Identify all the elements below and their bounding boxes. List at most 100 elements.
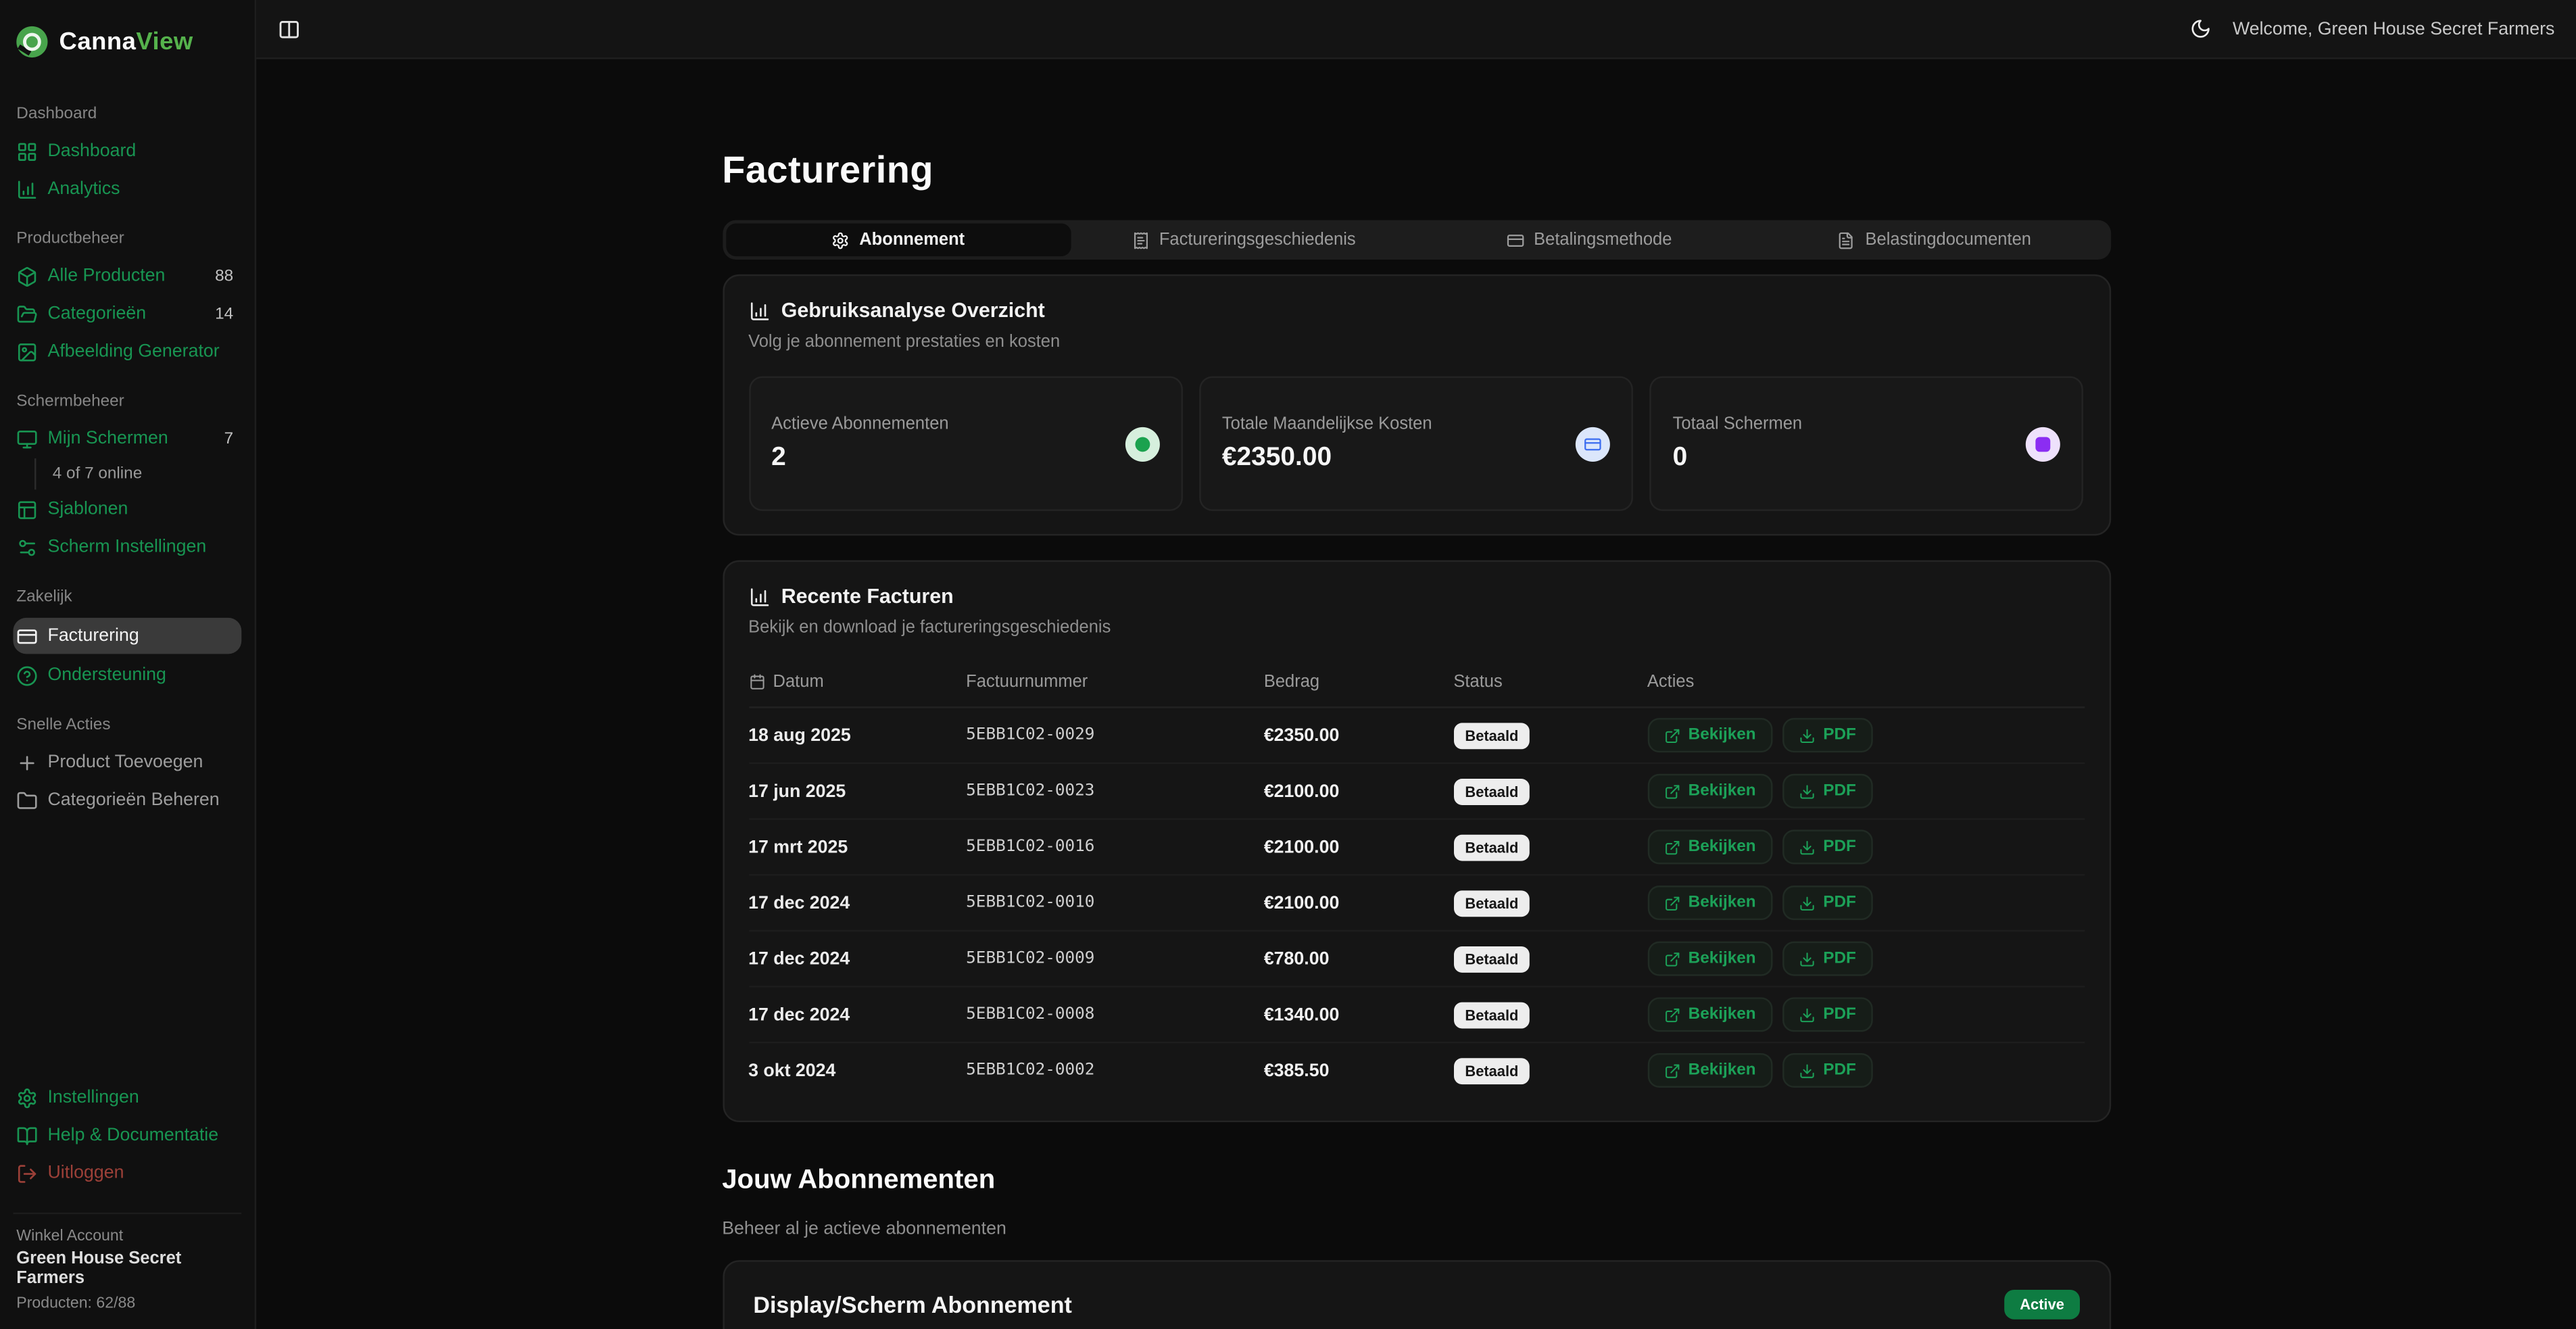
- sidebar-item-label: Sjablonen: [47, 500, 128, 519]
- sidebar-item-facturering[interactable]: Facturering: [13, 618, 241, 654]
- tab-factureringsgeschiedenis[interactable]: Factureringsgeschiedenis: [1071, 224, 1416, 258]
- purple-square-icon: [2037, 437, 2051, 452]
- sidebar-item-label: Facturering: [47, 626, 139, 646]
- sidebar-item-sjablonen[interactable]: Sjablonen: [13, 491, 241, 527]
- book-open-icon: [16, 1125, 38, 1146]
- sidebar-item-label: Alle Producten: [47, 266, 165, 286]
- sidebar-section-snelle-acties: Snelle ActiesProduct ToevoegenCategorieë…: [13, 708, 241, 819]
- download-pdf-button[interactable]: PDF: [1782, 886, 1873, 921]
- invoice-number: 5EBB1C02-0002: [966, 1062, 1264, 1080]
- sidebar-item-dashboard[interactable]: Dashboard: [13, 133, 241, 169]
- sidebar-item-instellingen[interactable]: Instellingen: [13, 1080, 241, 1115]
- folder-icon: [16, 790, 38, 811]
- view-invoice-button[interactable]: Bekijken: [1647, 942, 1772, 977]
- sidebar-item-ondersteuning[interactable]: Ondersteuning: [13, 657, 241, 693]
- subscription-card: Display/Scherm Abonnement Active Aantal …: [722, 1260, 2110, 1329]
- status-badge-paid: Betaald: [1453, 723, 1530, 749]
- account-name: Green House Secret Farmers: [16, 1249, 238, 1288]
- view-invoice-button[interactable]: Bekijken: [1647, 998, 1772, 1032]
- theme-toggle-moon-icon[interactable]: [2190, 18, 2212, 40]
- file-text-icon: [1837, 231, 1855, 249]
- invoice-row: 17 dec 20245EBB1C02-0009€780.00BetaaldBe…: [748, 932, 2084, 988]
- sidebar-item-label: Dashboard: [47, 141, 136, 161]
- column-header-datum: Datum: [748, 673, 966, 692]
- status-badge-paid: Betaald: [1453, 946, 1530, 973]
- download-icon: [1799, 727, 1815, 744]
- invoice-row: 17 dec 20245EBB1C02-0010€2100.00BetaaldB…: [748, 876, 2084, 932]
- download-icon: [1799, 783, 1815, 800]
- sidebar-spacer: [13, 820, 241, 1078]
- view-invoice-button[interactable]: Bekijken: [1647, 1054, 1772, 1088]
- sidebar-subitem-online-status: 4 of 7 online: [34, 458, 241, 489]
- invoice-date: 17 jun 2025: [748, 782, 966, 802]
- welcome-message: Welcome, Green House Secret Farmers: [2233, 19, 2554, 39]
- sidebar-item-categorie-n-beheren[interactable]: Categorieën Beheren: [13, 782, 241, 818]
- download-pdf-button[interactable]: PDF: [1782, 775, 1873, 809]
- gear-icon: [16, 1087, 38, 1109]
- sidebar-item-scherm-instellingen[interactable]: Scherm Instellingen: [13, 529, 241, 565]
- tab-label: Abonnement: [859, 231, 965, 250]
- moon-icon: [2190, 18, 2212, 40]
- recent-invoices-card: Recente Facturen Bekijk en download je f…: [722, 561, 2110, 1123]
- column-header-bedrag: Bedrag: [1264, 673, 1454, 692]
- credit-card-icon: [1506, 231, 1524, 249]
- chart-column-icon: [748, 301, 770, 322]
- download-pdf-button[interactable]: PDF: [1782, 719, 1873, 753]
- view-invoice-button[interactable]: Bekijken: [1647, 775, 1772, 809]
- download-icon: [1799, 895, 1815, 911]
- download-pdf-button[interactable]: PDF: [1782, 830, 1873, 865]
- download-pdf-button[interactable]: PDF: [1782, 1054, 1873, 1088]
- download-icon: [1799, 1007, 1815, 1023]
- sidebar-section-dashboard: DashboardDashboardAnalytics: [13, 97, 241, 207]
- credit-card-icon: [1584, 435, 1602, 454]
- external-link-icon: [1663, 1007, 1680, 1023]
- view-invoice-button[interactable]: Bekijken: [1647, 886, 1772, 921]
- status-badge-paid: Betaald: [1453, 890, 1530, 917]
- view-invoice-button[interactable]: Bekijken: [1647, 719, 1772, 753]
- sidebar-item-analytics[interactable]: Analytics: [13, 171, 241, 207]
- subscriptions-header: Jouw Abonnementen Beheer al je actieve a…: [722, 1165, 2110, 1239]
- brand-logo[interactable]: CannaView: [13, 0, 241, 82]
- invoice-date: 17 mrt 2025: [748, 838, 966, 857]
- invoice-amount: €385.50: [1264, 1061, 1454, 1081]
- calendar-icon: [748, 674, 764, 690]
- invoice-amount: €2100.00: [1264, 838, 1454, 857]
- download-pdf-button[interactable]: PDF: [1782, 942, 1873, 977]
- stat-icon-badge: [1125, 427, 1159, 462]
- sidebar-item-label: Analytics: [47, 179, 120, 199]
- tab-belastingdocumenten[interactable]: Belastingdocumenten: [1761, 224, 2107, 258]
- folder-open-icon: [16, 303, 38, 324]
- sidebar-item-product-toevoegen[interactable]: Product Toevoegen: [13, 744, 241, 780]
- page-title: Facturering: [722, 149, 2110, 193]
- stat-label: Totale Maandelijkse Kosten: [1222, 414, 1432, 434]
- sidebar-item-help-documentatie[interactable]: Help & Documentatie: [13, 1117, 241, 1153]
- invoice-date: 18 aug 2025: [748, 726, 966, 746]
- sidebar-item-mijn-schermen[interactable]: Mijn Schermen7: [13, 420, 241, 456]
- external-link-icon: [1663, 951, 1680, 967]
- brand-logo-icon: [16, 26, 47, 57]
- tab-abonnement[interactable]: Abonnement: [725, 224, 1071, 258]
- sidebar-toggle-icon[interactable]: [278, 18, 301, 41]
- stat-value: €2350.00: [1222, 444, 1432, 474]
- green-dot-icon: [1135, 437, 1150, 452]
- sidebar-item-alle-producten[interactable]: Alle Producten88: [13, 258, 241, 294]
- package-icon: [16, 266, 38, 287]
- layout-grid-icon: [16, 141, 38, 162]
- view-invoice-button[interactable]: Bekijken: [1647, 830, 1772, 865]
- external-link-icon: [1663, 840, 1680, 856]
- invoice-row: 18 aug 20255EBB1C02-0029€2350.00BetaaldB…: [748, 709, 2084, 765]
- sidebar-item-categorie-n[interactable]: Categorieën14: [13, 295, 241, 331]
- download-pdf-button[interactable]: PDF: [1782, 998, 1873, 1032]
- sidebar-item-uitloggen[interactable]: Uitloggen: [13, 1155, 241, 1191]
- stat-card-totale-maandelijkse-kosten: Totale Maandelijkse Kosten €2350.00: [1199, 377, 1633, 512]
- tab-label: Belastingdocumenten: [1866, 231, 2031, 250]
- invoice-number: 5EBB1C02-0010: [966, 894, 1264, 913]
- invoice-number: 5EBB1C02-0009: [966, 950, 1264, 969]
- sidebar-section-schermbeheer: SchermbeheerMijn Schermen74 of 7 onlineS…: [13, 385, 241, 565]
- chart-column-icon: [748, 586, 770, 608]
- sidebar-item-label: Ondersteuning: [47, 665, 166, 685]
- sidebar-item-afbeelding-generator[interactable]: Afbeelding Generator: [13, 333, 241, 369]
- tab-betalingsmethode[interactable]: Betalingsmethode: [1416, 224, 1761, 258]
- sidebar-item-count-badge: 14: [215, 305, 233, 323]
- invoices-table: DatumFactuurnummerBedragStatusActies 18 …: [748, 658, 2084, 1098]
